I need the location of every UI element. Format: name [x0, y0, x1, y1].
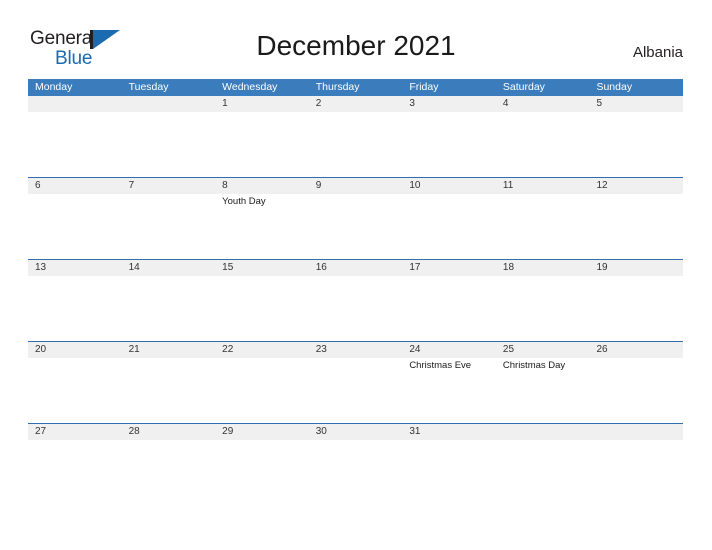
- week-date-band: 20 21 22 23 24 25 26: [28, 342, 683, 358]
- day-event-empty: [309, 358, 403, 423]
- day-event-empty: [215, 358, 309, 423]
- day-event-empty: [215, 276, 309, 341]
- calendar-weeks: 1 2 3 4 5 6 7 8 9 10 11 12 Youth Day 13 14 15 16 17 18 19 20…: [28, 96, 683, 440]
- day-number-21[interactable]: 21: [122, 342, 216, 358]
- day-number-19[interactable]: 19: [589, 260, 683, 276]
- day-number-3[interactable]: 3: [402, 96, 496, 112]
- weekday-header-row: Monday Tuesday Wednesday Thursday Friday Satu…: [28, 79, 683, 96]
- day-event-empty: [122, 112, 216, 177]
- day-event-empty: [496, 194, 590, 259]
- day-event-empty: [28, 440, 122, 442]
- day-event-empty: [309, 276, 403, 341]
- day-event-24: Christmas Eve: [409, 360, 472, 371]
- day-number-29[interactable]: 29: [215, 424, 309, 440]
- day-event-empty: [402, 276, 496, 341]
- day-number-1[interactable]: 1: [215, 96, 309, 112]
- day-event-empty: [122, 358, 216, 423]
- weekday-header-saturday: Saturday: [502, 81, 545, 93]
- day-number-empty: [589, 424, 683, 440]
- day-number-9[interactable]: 9: [309, 178, 403, 194]
- day-event-empty: [589, 194, 683, 259]
- day-event-empty: [28, 112, 122, 177]
- day-event-empty: [496, 112, 590, 177]
- calendar-week-row: 27 28 29 30 31: [28, 423, 683, 440]
- day-number-13[interactable]: 13: [28, 260, 122, 276]
- day-number-20[interactable]: 20: [28, 342, 122, 358]
- day-number-8[interactable]: 8: [215, 178, 309, 194]
- day-number-16[interactable]: 16: [309, 260, 403, 276]
- week-event-band: Christmas Eve Christmas Day: [28, 358, 683, 423]
- day-number-31[interactable]: 31: [402, 424, 496, 440]
- day-event-8: Youth Day: [222, 196, 266, 207]
- calendar-grid: Monday Tuesday Wednesday Thursday Friday Satu…: [28, 79, 683, 440]
- day-event-empty: [122, 276, 216, 341]
- day-number-2[interactable]: 2: [309, 96, 403, 112]
- day-event-empty: [122, 194, 216, 259]
- day-event-empty: [215, 112, 309, 177]
- week-event-band: [28, 112, 683, 177]
- day-number-12[interactable]: 12: [589, 178, 683, 194]
- calendar-week-row: 13 14 15 16 17 18 19: [28, 259, 683, 341]
- week-date-band: 27 28 29 30 31: [28, 424, 683, 440]
- week-date-band: 13 14 15 16 17 18 19: [28, 260, 683, 276]
- day-number-6[interactable]: 6: [28, 178, 122, 194]
- calendar-week-row: 20 21 22 23 24 25 26 Christmas Eve Christmas Day: [28, 341, 683, 423]
- day-event-empty: [589, 440, 683, 442]
- weekday-header-monday: Monday: [35, 81, 73, 93]
- day-number-empty: [496, 424, 590, 440]
- day-number-empty: [122, 96, 216, 112]
- day-number-11[interactable]: 11: [496, 178, 590, 194]
- day-event-empty: [589, 112, 683, 177]
- day-event-25: Christmas Day: [502, 360, 566, 371]
- day-number-15[interactable]: 15: [215, 260, 309, 276]
- day-event-empty: [309, 194, 403, 259]
- day-event-empty: [28, 194, 122, 259]
- weekday-header-thursday: Thursday: [315, 81, 360, 93]
- day-event-empty: [215, 440, 309, 442]
- week-event-band: Youth Day: [28, 194, 683, 259]
- day-event-empty: [496, 276, 590, 341]
- day-number-28[interactable]: 28: [122, 424, 216, 440]
- day-event-empty: [28, 276, 122, 341]
- day-event-empty: [496, 440, 590, 442]
- page-header: General Blue December 2021 Albania: [0, 0, 712, 75]
- day-number-14[interactable]: 14: [122, 260, 216, 276]
- day-number-10[interactable]: 10: [402, 178, 496, 194]
- day-number-22[interactable]: 22: [215, 342, 309, 358]
- week-event-band: [28, 276, 683, 341]
- weekday-header-friday: Friday: [409, 81, 439, 93]
- day-number-17[interactable]: 17: [402, 260, 496, 276]
- weekday-header-sunday: Sunday: [596, 81, 633, 93]
- page-title: December 2021: [256, 30, 456, 61]
- day-number-18[interactable]: 18: [496, 260, 590, 276]
- day-number-5[interactable]: 5: [589, 96, 683, 112]
- day-number-30[interactable]: 30: [309, 424, 403, 440]
- calendar-week-row: 6 7 8 9 10 11 12 Youth Day: [28, 177, 683, 259]
- day-number-26[interactable]: 26: [589, 342, 683, 358]
- day-number-empty: [28, 96, 122, 112]
- day-event-empty: [402, 112, 496, 177]
- weekday-header-wednesday: Wednesday: [222, 81, 278, 93]
- week-date-band: 6 7 8 9 10 11 12: [28, 178, 683, 194]
- day-event-empty: [309, 112, 403, 177]
- day-event-empty: [402, 440, 496, 442]
- day-event-empty: [122, 440, 216, 442]
- day-number-24[interactable]: 24: [402, 342, 496, 358]
- week-date-band: 12345: [28, 96, 683, 112]
- day-number-27[interactable]: 27: [28, 424, 122, 440]
- day-number-7[interactable]: 7: [122, 178, 216, 194]
- day-event-empty: [589, 276, 683, 341]
- region-label: Albania: [632, 44, 683, 61]
- day-event-empty: [28, 358, 122, 423]
- day-number-25[interactable]: 25: [496, 342, 590, 358]
- day-event-empty: [309, 440, 403, 442]
- weekday-header-tuesday: Tuesday: [128, 81, 169, 93]
- day-number-23[interactable]: 23: [309, 342, 403, 358]
- day-event-empty: [402, 194, 496, 259]
- day-number-4[interactable]: 4: [496, 96, 590, 112]
- day-event-empty: [589, 358, 683, 423]
- calendar-week-row: 12345: [28, 96, 683, 177]
